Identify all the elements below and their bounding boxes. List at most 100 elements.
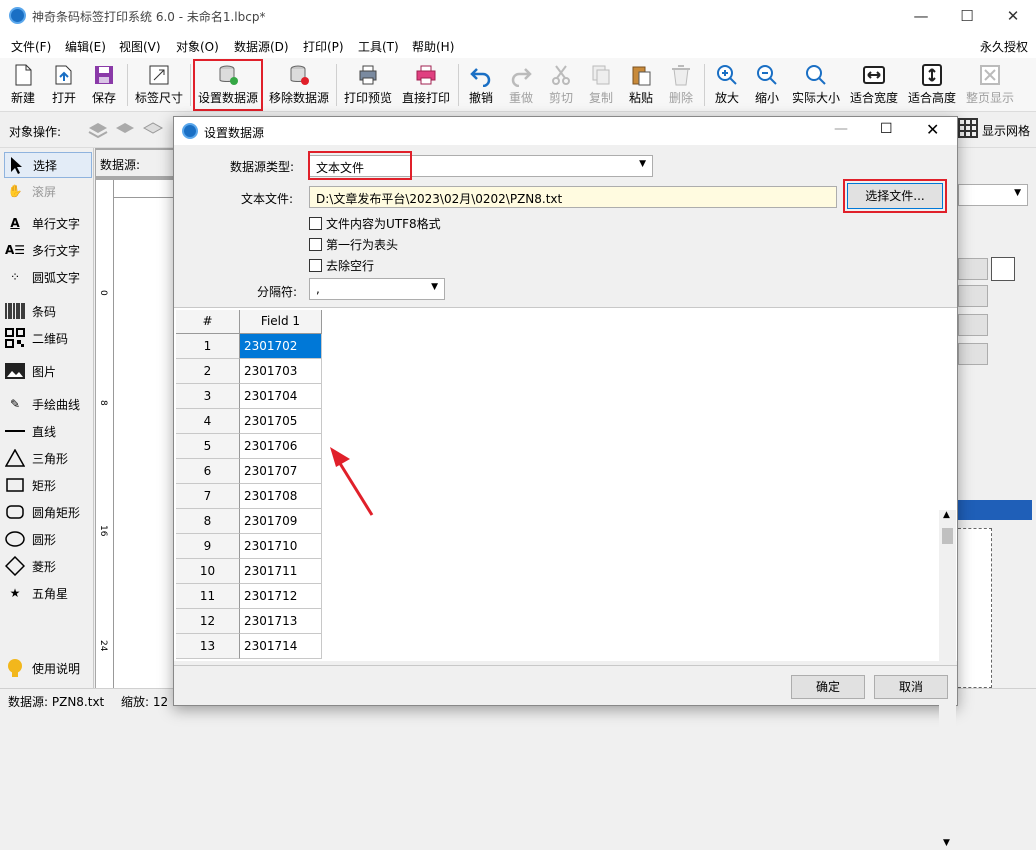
row-index[interactable]: 10 — [176, 559, 240, 584]
tool-rectangle[interactable]: 矩形 — [4, 472, 92, 498]
tool-freehand[interactable]: ✎ 手绘曲线 — [4, 391, 92, 417]
color-swatch[interactable] — [991, 257, 1015, 281]
checkbox-box[interactable] — [309, 217, 322, 230]
tool-diamond[interactable]: 菱形 — [4, 553, 92, 579]
zoom-out-button[interactable]: 缩小 — [750, 61, 784, 109]
text-file-path-input[interactable]: D:\文章发布平台\2023\02月\0202\PZN8.txt — [309, 186, 837, 208]
table-cell[interactable]: 2301706 — [240, 434, 322, 459]
row-index[interactable]: 5 — [176, 434, 240, 459]
delete-button[interactable]: 删除 — [664, 61, 698, 109]
scroll-thumb[interactable] — [942, 528, 953, 544]
property-combo[interactable]: ▼ — [958, 184, 1028, 206]
scroll-up-icon[interactable]: ▲ — [943, 510, 950, 520]
menu-view[interactable]: 视图(V) — [119, 38, 161, 55]
label-canvas[interactable] — [114, 198, 180, 688]
fit-height-button[interactable]: 适合高度 — [906, 61, 958, 109]
cancel-button[interactable]: 取消 — [874, 675, 948, 699]
column-header-field1[interactable]: Field 1 — [240, 310, 322, 334]
tool-star[interactable]: ★ 五角星 — [4, 580, 92, 606]
checkbox-box[interactable] — [309, 238, 322, 251]
remove-empty-lines-checkbox[interactable]: 去除空行 — [309, 257, 374, 274]
property-button[interactable] — [958, 285, 988, 307]
remove-datasource-button[interactable]: 移除数据源 — [266, 61, 332, 109]
direct-print-button[interactable]: 直接打印 — [400, 61, 452, 109]
tool-qrcode[interactable]: 二维码 — [4, 325, 92, 351]
actual-size-button[interactable]: 实际大小 — [790, 61, 842, 109]
property-button[interactable] — [958, 258, 988, 280]
property-button[interactable] — [958, 314, 988, 336]
table-cell[interactable]: 2301709 — [240, 509, 322, 534]
row-index[interactable]: 13 — [176, 634, 240, 659]
menu-tools[interactable]: 工具(T) — [358, 38, 399, 55]
tool-line[interactable]: 直线 — [4, 418, 92, 444]
row-index[interactable]: 11 — [176, 584, 240, 609]
checkbox-box[interactable] — [309, 259, 322, 272]
row-index[interactable]: 4 — [176, 409, 240, 434]
tool-ellipse[interactable]: 圆形 — [4, 526, 92, 552]
grid-icon[interactable] — [958, 118, 978, 138]
first-row-header-checkbox[interactable]: 第一行为表头 — [309, 236, 398, 253]
tool-multi-text[interactable]: A ☰ 多行文字 — [4, 237, 92, 263]
tool-barcode[interactable]: 条码 — [4, 298, 92, 324]
scroll-down-icon[interactable]: ▼ — [943, 838, 950, 848]
dialog-close-button[interactable]: ✕ — [926, 120, 939, 139]
tool-rounded-rect[interactable]: 圆角矩形 — [4, 499, 92, 525]
row-index[interactable]: 7 — [176, 484, 240, 509]
cut-button[interactable]: 剪切 — [544, 61, 578, 109]
table-cell[interactable]: 2301707 — [240, 459, 322, 484]
row-index[interactable]: 3 — [176, 384, 240, 409]
row-index[interactable]: 6 — [176, 459, 240, 484]
set-datasource-button[interactable]: 设置数据源 — [193, 59, 263, 111]
tool-select[interactable]: 选择 — [4, 152, 92, 178]
new-button[interactable]: 新建 — [6, 61, 40, 109]
menu-edit[interactable]: 编辑(E) — [65, 38, 106, 55]
close-button[interactable]: ✕ — [990, 0, 1036, 32]
menu-object[interactable]: 对象(O) — [176, 38, 219, 55]
table-cell[interactable]: 2301703 — [240, 359, 322, 384]
table-cell[interactable]: 2301705 — [240, 409, 322, 434]
choose-file-button[interactable]: 选择文件... — [847, 183, 943, 209]
fit-width-button[interactable]: 适合宽度 — [848, 61, 900, 109]
print-preview-button[interactable]: 打印预览 — [342, 61, 394, 109]
redo-button[interactable]: 重做 — [504, 61, 538, 109]
menu-help[interactable]: 帮助(H) — [412, 38, 454, 55]
table-cell[interactable]: 2301704 — [240, 384, 322, 409]
ok-button[interactable]: 确定 — [791, 675, 865, 699]
table-cell[interactable]: 2301713 — [240, 609, 322, 634]
row-index[interactable]: 2 — [176, 359, 240, 384]
menu-file[interactable]: 文件(F) — [11, 38, 51, 55]
undo-button[interactable]: 撤销 — [464, 61, 498, 109]
label-size-button[interactable]: 标签尺寸 — [132, 61, 186, 109]
row-index[interactable]: 9 — [176, 534, 240, 559]
row-index[interactable]: 1 — [176, 334, 240, 359]
table-cell[interactable]: 2301712 — [240, 584, 322, 609]
menu-datasource[interactable]: 数据源(D) — [234, 38, 289, 55]
table-cell[interactable]: 2301702 — [240, 334, 322, 359]
table-cell[interactable]: 2301711 — [240, 559, 322, 584]
tool-triangle[interactable]: 三角形 — [4, 445, 92, 471]
utf8-checkbox[interactable]: 文件内容为UTF8格式 — [309, 215, 441, 232]
minimize-button[interactable]: — — [898, 0, 944, 32]
tool-single-text[interactable]: A 单行文字 — [4, 210, 92, 236]
table-cell[interactable]: 2301710 — [240, 534, 322, 559]
property-button[interactable] — [958, 343, 988, 365]
show-grid-toggle[interactable]: 显示网格 — [982, 122, 1030, 139]
paste-button[interactable]: 粘贴 — [624, 61, 658, 109]
dialog-maximize-button[interactable]: ☐ — [880, 121, 893, 137]
copy-button[interactable]: 复制 — [584, 61, 618, 109]
row-index[interactable]: 12 — [176, 609, 240, 634]
table-cell[interactable]: 2301714 — [240, 634, 322, 659]
row-index[interactable]: 8 — [176, 509, 240, 534]
open-button[interactable]: 打开 — [47, 61, 81, 109]
tool-help[interactable]: 使用说明 — [4, 655, 92, 681]
menu-print[interactable]: 打印(P) — [303, 38, 344, 55]
full-page-button[interactable]: 整页显示 — [964, 61, 1016, 109]
zoom-in-button[interactable]: 放大 — [710, 61, 744, 109]
maximize-button[interactable]: ☐ — [944, 0, 990, 32]
dialog-minimize-button[interactable]: — — [834, 121, 848, 137]
tool-scroll[interactable]: ✋ 滚屏 — [4, 178, 92, 204]
separator-select[interactable]: , ▼ — [309, 278, 445, 300]
tool-image[interactable]: 图片 — [4, 358, 92, 384]
table-cell[interactable]: 2301708 — [240, 484, 322, 509]
save-button[interactable]: 保存 — [87, 61, 121, 109]
